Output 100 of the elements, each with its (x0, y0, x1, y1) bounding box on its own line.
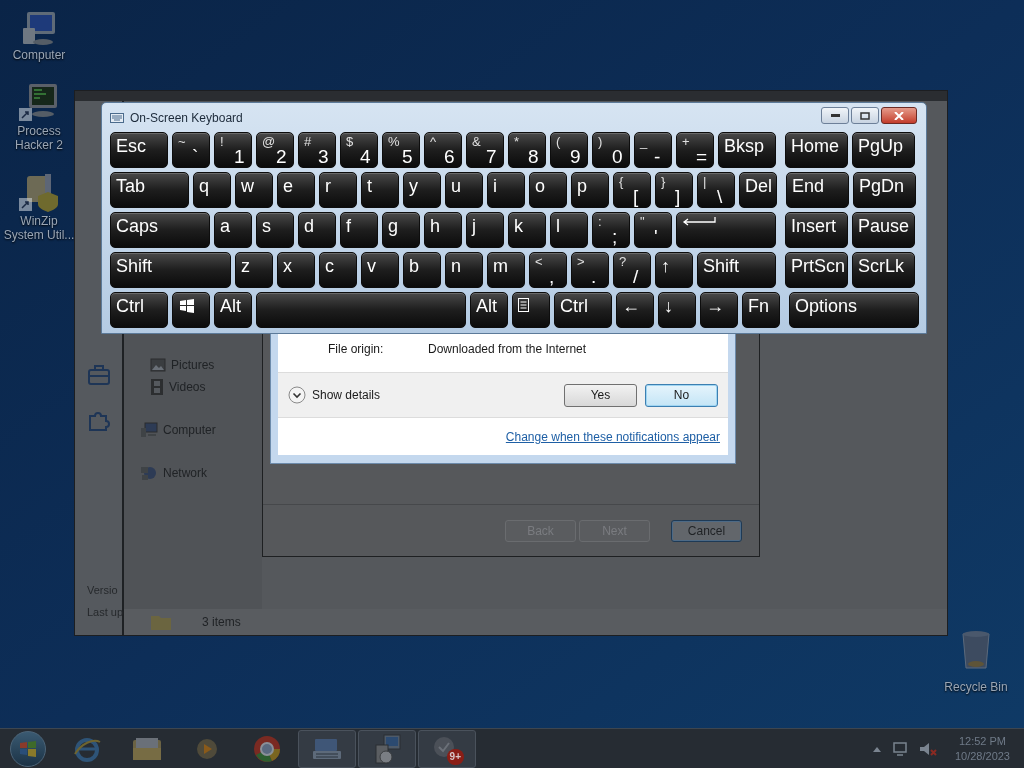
keyboard-key[interactable]: Shift (110, 252, 231, 288)
keyboard-key[interactable]: & 7 (466, 132, 504, 168)
keyboard-key[interactable]: n (445, 252, 483, 288)
windows-logo-icon (179, 299, 195, 313)
restore-icon (860, 111, 870, 120)
keyboard-key[interactable]: $ 4 (340, 132, 378, 168)
keyboard-key[interactable]: : ; (592, 212, 630, 248)
desktop-icon-label[interactable]: Process Hacker 2 (1, 124, 77, 152)
keyboard-key[interactable]: Options (789, 292, 919, 328)
keyboard-key[interactable]: c (319, 252, 357, 288)
keyboard-key[interactable]: m (487, 252, 525, 288)
keyboard-key[interactable] (676, 212, 776, 248)
keyboard-key[interactable]: e (277, 172, 315, 208)
keyboard-key[interactable]: → (700, 292, 738, 328)
dialog-button[interactable]: No (645, 383, 718, 407)
keyboard-key[interactable]: u (445, 172, 483, 208)
keyboard-key[interactable]: f (340, 212, 378, 248)
keyboard-key[interactable]: Pause (852, 212, 915, 248)
keyboard-key[interactable]: a (214, 212, 252, 248)
keyboard-key[interactable]: h (424, 212, 462, 248)
keyboard-key[interactable]: j (466, 212, 504, 248)
minimize-button[interactable] (821, 107, 849, 124)
keyboard-key[interactable]: s (256, 212, 294, 248)
keyboard-key[interactable]: ? / (613, 252, 651, 288)
keyboard-key[interactable] (512, 292, 550, 328)
keyboard-key[interactable]: ) 0 (592, 132, 630, 168)
keyboard-key[interactable]: Shift (697, 252, 776, 288)
keyboard-key[interactable]: Home (785, 132, 848, 168)
dialog-button[interactable]: Yes (564, 383, 637, 407)
keyboard-key[interactable]: q (193, 172, 231, 208)
keyboard-key[interactable]: d (298, 212, 336, 248)
start-button[interactable] (10, 730, 46, 767)
keyboard-key[interactable]: z (235, 252, 273, 288)
taskbar-button[interactable]: 9+ (418, 729, 476, 768)
keyboard-key[interactable]: w (235, 172, 273, 208)
keyboard-key[interactable]: Insert (785, 212, 848, 248)
keyboard-key[interactable]: ^ 6 (424, 132, 462, 168)
keyboard-key[interactable]: x (277, 252, 315, 288)
film-icon (150, 379, 164, 395)
keyboard-key[interactable]: + = (676, 132, 714, 168)
keyboard-key[interactable]: o (529, 172, 567, 208)
notification-settings-link[interactable]: Change when these notifications appear (505, 427, 720, 446)
desktop-icon-label[interactable]: Computer (1, 48, 77, 62)
keyboard-key[interactable]: Alt (470, 292, 508, 328)
folder-icon (131, 735, 163, 762)
folder-icon (150, 613, 172, 631)
taskbar-button[interactable] (358, 729, 416, 768)
keyboard-key[interactable]: t (361, 172, 399, 208)
speaker-muted-icon (918, 740, 937, 757)
keyboard-key[interactable]: k (508, 212, 546, 248)
keyboard-key[interactable]: ↓ (658, 292, 696, 328)
keyboard-key[interactable]: End (786, 172, 849, 208)
keyboard-key[interactable]: PrtScn (785, 252, 848, 288)
keyboard-key[interactable]: b (403, 252, 441, 288)
keyboard-key[interactable]: | \ (697, 172, 735, 208)
keyboard-key[interactable]: { [ (613, 172, 651, 208)
keyboard-key[interactable]: > . (571, 252, 609, 288)
keyboard-key[interactable]: Bksp (718, 132, 776, 168)
keyboard-key[interactable]: r (319, 172, 357, 208)
keyboard-key[interactable]: Del (739, 172, 777, 208)
keyboard-key[interactable]: Ctrl (110, 292, 168, 328)
keyboard-key[interactable]: " ' (634, 212, 672, 248)
keyboard-key[interactable]: # 3 (298, 132, 336, 168)
close-button[interactable] (881, 107, 917, 124)
keyboard-key[interactable] (172, 292, 210, 328)
keyboard-key[interactable]: y (403, 172, 441, 208)
enter-arrow-icon (682, 217, 716, 227)
keyboard-key[interactable]: Fn (742, 292, 780, 328)
keyboard-key[interactable]: < , (529, 252, 567, 288)
desktop-icon-label[interactable]: Recycle Bin (944, 680, 1008, 694)
keyboard-icon (312, 736, 342, 761)
keyboard-key[interactable]: v (361, 252, 399, 288)
keyboard-key[interactable]: Ctrl (554, 292, 612, 328)
keyboard-key[interactable]: Tab (110, 172, 189, 208)
tray-expand-icon (872, 745, 881, 752)
keyboard-key[interactable]: ScrLk (852, 252, 915, 288)
recycle-bin-icon (960, 630, 992, 672)
keyboard-key[interactable]: PgDn (853, 172, 916, 208)
keyboard-key[interactable]: p (571, 172, 609, 208)
restore-button[interactable] (851, 107, 879, 124)
keyboard-key[interactable]: } ] (655, 172, 693, 208)
keyboard-key[interactable]: ~ ` (172, 132, 210, 168)
keyboard-key[interactable]: l (550, 212, 588, 248)
show-details-button[interactable]: Show details (288, 386, 381, 404)
keyboard-key[interactable]: % 5 (382, 132, 420, 168)
keyboard-key[interactable]: @ 2 (256, 132, 294, 168)
desktop-icon-label[interactable]: WinZip System Util... (1, 214, 77, 242)
keyboard-key[interactable]: Alt (214, 292, 252, 328)
keyboard-key[interactable]: Caps (110, 212, 210, 248)
keyboard-key[interactable]: g (382, 212, 420, 248)
keyboard-key[interactable]: ← (616, 292, 654, 328)
keyboard-key[interactable]: _ - (634, 132, 672, 168)
taskbar-button[interactable] (298, 729, 356, 768)
keyboard-key[interactable]: PgUp (852, 132, 915, 168)
keyboard-key[interactable]: * 8 (508, 132, 546, 168)
keyboard-key[interactable]: i (487, 172, 525, 208)
keyboard-key[interactable]: ! 1 (214, 132, 252, 168)
keyboard-key[interactable]: ↑ (655, 252, 693, 288)
keyboard-key[interactable]: Esc (110, 132, 168, 168)
keyboard-key[interactable]: ( 9 (550, 132, 588, 168)
